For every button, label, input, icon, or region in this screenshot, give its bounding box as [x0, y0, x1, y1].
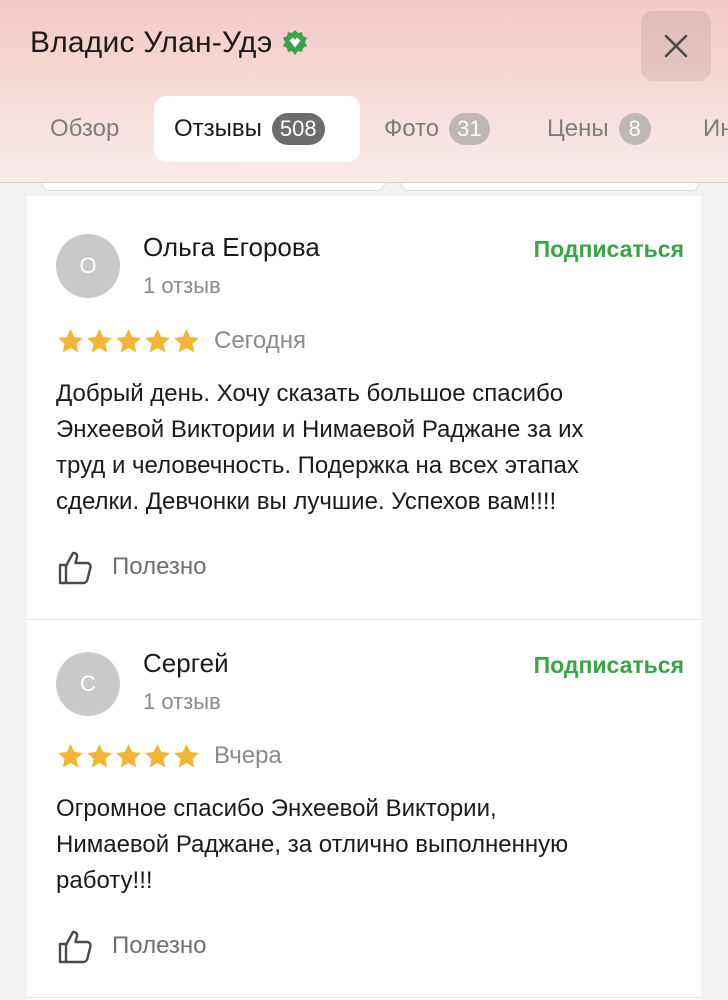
useful-label: Полезно: [112, 932, 207, 959]
page-title: Владис Улан-Удэ: [30, 26, 273, 59]
tab-label: Отзывы: [174, 115, 262, 142]
star-rating: [56, 327, 201, 356]
author-review-count: 1 отзыв: [143, 689, 221, 714]
tab-label: Фото: [384, 115, 440, 142]
star-icon: [58, 329, 83, 353]
tab-prices[interactable]: Цены 8: [547, 96, 651, 162]
star-icon: [174, 744, 199, 768]
previous-card-edge: [401, 183, 699, 191]
tab-label: Ин: [703, 115, 728, 142]
tab-overview[interactable]: Обзор: [50, 96, 119, 162]
tab-count-badge: 508: [271, 113, 325, 145]
tab-count-badge: 31: [449, 113, 490, 145]
header-bar: Владис Улан-Удэ Обзор Отзывы 508 Фото 31…: [0, 0, 728, 183]
review-card: С Сергей 1 отзыв Подписаться Вчера Огром…: [27, 620, 701, 1000]
star-icon: [174, 329, 199, 353]
review-date: Сегодня: [214, 327, 306, 354]
review-text: Огромное спасибо Энхеевой Виктории, Нима…: [56, 795, 569, 894]
useful-button[interactable]: Полезно: [56, 927, 207, 965]
star-icon: [58, 744, 83, 768]
star-icon: [145, 744, 170, 768]
star-icon: [116, 744, 141, 768]
tab-photos[interactable]: Фото 31: [384, 96, 490, 162]
card-divider: [27, 997, 701, 998]
avatar[interactable]: О: [56, 234, 120, 298]
tab-label: Обзор: [50, 115, 120, 142]
tab-info[interactable]: Ин: [703, 96, 728, 162]
star-icon: [87, 744, 112, 768]
review-card: О Ольга Егорова 1 отзыв Подписаться Сего…: [27, 196, 701, 619]
verified-badge-icon: [283, 30, 308, 55]
star-rating: [56, 742, 201, 771]
tab-reviews[interactable]: Отзывы 508: [154, 96, 360, 162]
star-icon: [145, 329, 170, 353]
close-button[interactable]: [641, 11, 711, 81]
author-name[interactable]: Ольга Егорова: [143, 232, 320, 263]
thumbs-up-icon: [58, 551, 92, 585]
avatar-letter: С: [80, 671, 96, 696]
previous-card-edge: [42, 183, 385, 191]
avatar[interactable]: С: [56, 652, 120, 716]
avatar-letter: О: [79, 253, 97, 278]
subscribe-button[interactable]: Подписаться: [534, 652, 684, 679]
close-icon: [664, 34, 688, 58]
thumbs-up-icon: [58, 930, 92, 964]
review-text: Добрый день. Хочу сказать большое спасиб…: [56, 380, 584, 515]
useful-label: Полезно: [112, 553, 207, 580]
review-date: Вчера: [214, 742, 282, 769]
useful-button[interactable]: Полезно: [56, 548, 207, 586]
star-icon: [87, 329, 112, 353]
star-icon: [116, 329, 141, 353]
tab-count-badge: 8: [618, 113, 651, 145]
title-row: Владис Улан-Удэ: [30, 26, 310, 60]
tab-label: Цены: [547, 115, 609, 142]
author-review-count: 1 отзыв: [143, 273, 221, 298]
author-name[interactable]: Сергей: [143, 648, 229, 679]
subscribe-button[interactable]: Подписаться: [534, 236, 684, 263]
